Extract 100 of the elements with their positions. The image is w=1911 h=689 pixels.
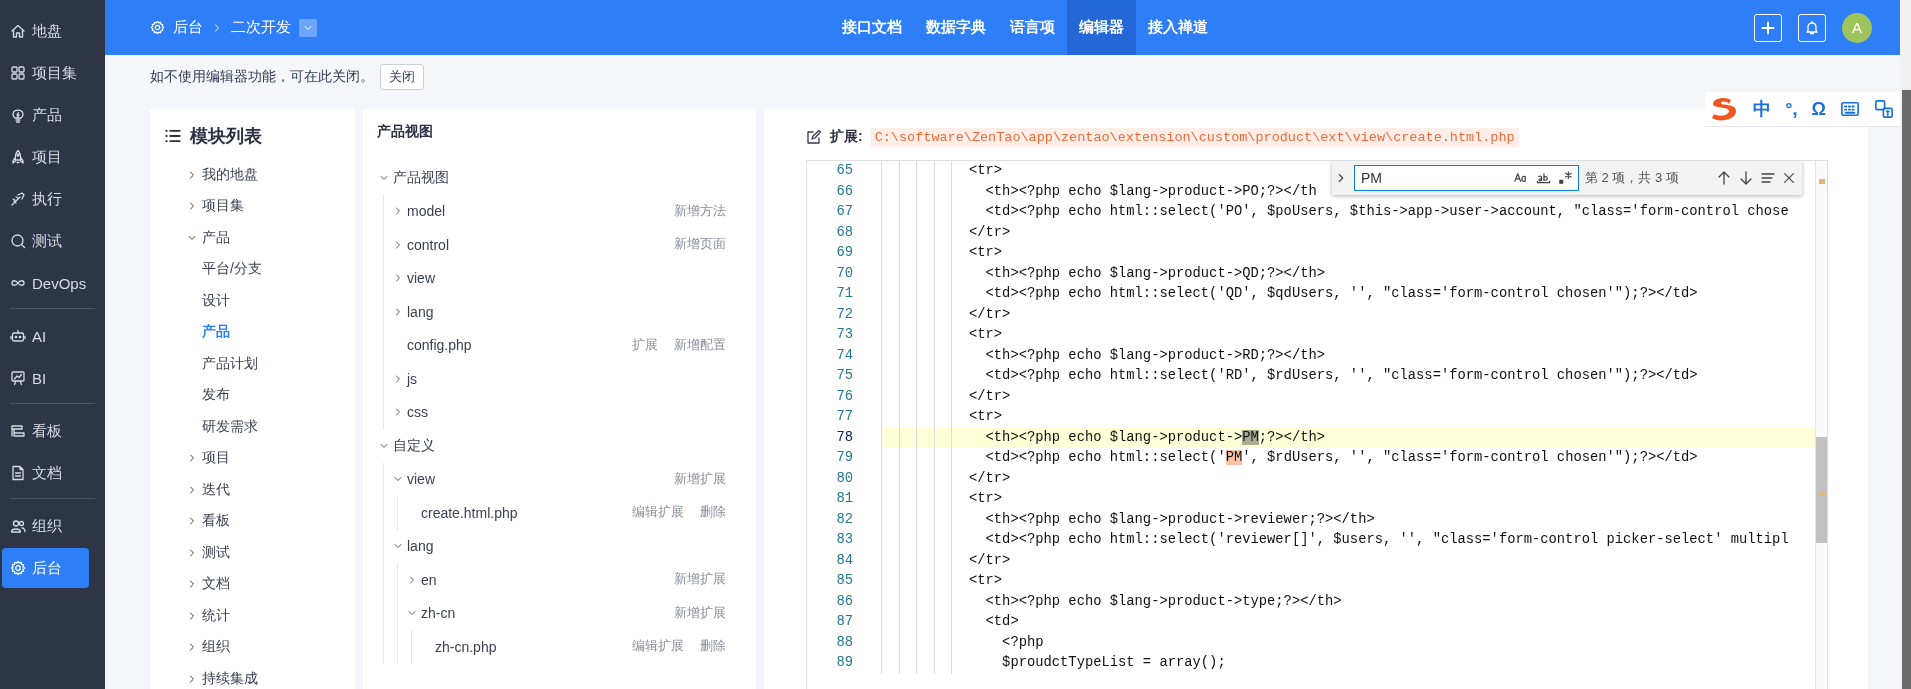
tree-item[interactable]: model: [407, 203, 446, 220]
nav-tab[interactable]: 编辑器: [1067, 0, 1136, 55]
settings-icon: [10, 560, 26, 576]
nav-item[interactable]: BI: [2, 358, 89, 398]
tree-item[interactable]: 产品: [202, 323, 230, 342]
scrollbar[interactable]: [1815, 161, 1827, 689]
notice-text: 如不使用编辑器功能，可在此关闭。: [150, 68, 374, 86]
tree-item[interactable]: view: [407, 270, 435, 287]
search-icon: [10, 233, 26, 249]
line-number: 65: [835, 162, 854, 180]
line-number: 66: [835, 182, 854, 201]
nav-tab[interactable]: 语言项: [998, 0, 1067, 55]
tree-item[interactable]: js: [407, 370, 418, 387]
nav-item[interactable]: AI: [2, 316, 89, 356]
line-number: 72: [835, 305, 854, 324]
tree-item[interactable]: 研发需求: [202, 417, 258, 436]
tree-item[interactable]: config.php: [407, 337, 472, 354]
tree-item[interactable]: 发布: [202, 386, 230, 405]
code-editor[interactable]: [806, 160, 1828, 689]
breadcrumb-link[interactable]: 后台: [173, 18, 203, 37]
nav-item[interactable]: 组织: [2, 506, 89, 546]
line-number: 69: [835, 244, 854, 262]
previous-match-button[interactable]: [1716, 170, 1732, 186]
chart-board-icon: [10, 370, 26, 386]
kanban-icon: [10, 423, 26, 439]
grid-icon: [10, 65, 26, 81]
nav-item[interactable]: 测试: [2, 221, 99, 261]
line-number: 87: [835, 613, 854, 631]
action-link[interactable]: 删除: [700, 504, 726, 522]
action-link[interactable]: 编辑扩展: [632, 638, 684, 656]
tree-item[interactable]: 测试: [202, 543, 230, 562]
action-link[interactable]: 编辑扩展: [632, 504, 684, 522]
action-link[interactable]: 扩展: [632, 336, 658, 354]
panel-title: 模块列表: [190, 125, 262, 148]
input-mode-toggle[interactable]: Ω: [1811, 98, 1826, 120]
tree-item[interactable]: zh-cn.php: [435, 638, 497, 655]
nav-tab[interactable]: 接入禅道: [1136, 0, 1220, 55]
search-field[interactable]: PM: [1354, 165, 1579, 191]
arrow-up-icon: [1716, 170, 1732, 186]
tree-item[interactable]: control: [407, 236, 450, 253]
tree-item[interactable]: 产品: [202, 228, 230, 247]
tree-item[interactable]: 组织: [202, 638, 230, 657]
action-link[interactable]: 删除: [700, 638, 726, 656]
close-editor-button[interactable]: 关闭: [380, 64, 424, 90]
nav-item[interactable]: 地盘: [2, 11, 99, 51]
tree-item[interactable]: css: [407, 404, 428, 421]
tree-item[interactable]: view: [407, 471, 435, 488]
tree-item[interactable]: 自定义: [393, 436, 435, 453]
find-in-selection-button[interactable]: [1760, 170, 1776, 186]
tree-item[interactable]: 项目集: [202, 197, 244, 216]
add-button[interactable]: [1754, 13, 1782, 42]
line-number: 89: [835, 654, 854, 672]
notification-button[interactable]: [1798, 13, 1826, 42]
nav-item[interactable]: DevOps: [2, 263, 99, 303]
nav-item[interactable]: 项目: [2, 137, 99, 177]
lightbulb-icon: [10, 107, 26, 123]
nav-tab[interactable]: 数据字典: [914, 0, 998, 55]
rocket-icon: [10, 149, 26, 165]
settings-icon: [150, 20, 165, 35]
arrow-down-icon: [1738, 170, 1754, 186]
next-match-button[interactable]: [1738, 170, 1754, 186]
line-number: 73: [835, 326, 854, 344]
keyboard-icon: [1840, 99, 1860, 119]
line-number: 85: [835, 572, 854, 590]
tree-item[interactable]: 我的地盘: [202, 165, 258, 184]
nav-item[interactable]: 后台: [2, 548, 89, 588]
tree-item[interactable]: 设计: [202, 291, 230, 310]
page-scrollbar[interactable]: [1900, 0, 1911, 689]
tree-item[interactable]: create.html.php: [421, 504, 518, 521]
breadcrumb-link[interactable]: 二次开发: [231, 18, 291, 37]
tree-item[interactable]: 产品计划: [202, 354, 258, 373]
plus-icon: [1760, 19, 1776, 36]
line-number: 77: [835, 408, 854, 426]
tree-item[interactable]: 文档: [202, 575, 230, 594]
file-path: C:\software\ZenTao\app\zentao\extension\custom\product\ext\view\create.html.php: [870, 127, 1519, 147]
nav-item[interactable]: 看板: [2, 411, 89, 451]
tree-item[interactable]: 看板: [202, 512, 230, 531]
home-icon: [10, 23, 26, 39]
nav-item[interactable]: 文档: [2, 453, 89, 493]
tree-item[interactable]: 迭代: [202, 480, 230, 499]
dropdown-button[interactable]: [299, 18, 317, 37]
input-mode-toggle[interactable]: °,: [1785, 98, 1798, 120]
tree-item[interactable]: 统计: [202, 606, 230, 625]
close-button[interactable]: [1782, 171, 1796, 185]
nav-tab[interactable]: 接口文档: [830, 0, 914, 55]
tree-item[interactable]: lang: [407, 538, 434, 555]
nav-item[interactable]: 产品: [2, 95, 99, 135]
tree-item[interactable]: 项目: [202, 449, 230, 468]
line-number: 74: [835, 346, 854, 365]
tree-item[interactable]: zh-cn: [421, 605, 456, 622]
input-mode-toggle[interactable]: 中: [1753, 97, 1772, 121]
tree-item[interactable]: en: [421, 571, 437, 588]
line-number: 67: [835, 203, 854, 221]
tree-item[interactable]: 持续集成: [202, 669, 258, 688]
list-icon: [164, 127, 182, 145]
nav-item[interactable]: 执行: [2, 179, 99, 219]
tree-item[interactable]: 平台/分支: [202, 260, 262, 279]
tree-item[interactable]: 产品视图: [393, 168, 449, 185]
tree-item[interactable]: lang: [407, 303, 434, 320]
nav-item[interactable]: 项目集: [2, 53, 99, 93]
